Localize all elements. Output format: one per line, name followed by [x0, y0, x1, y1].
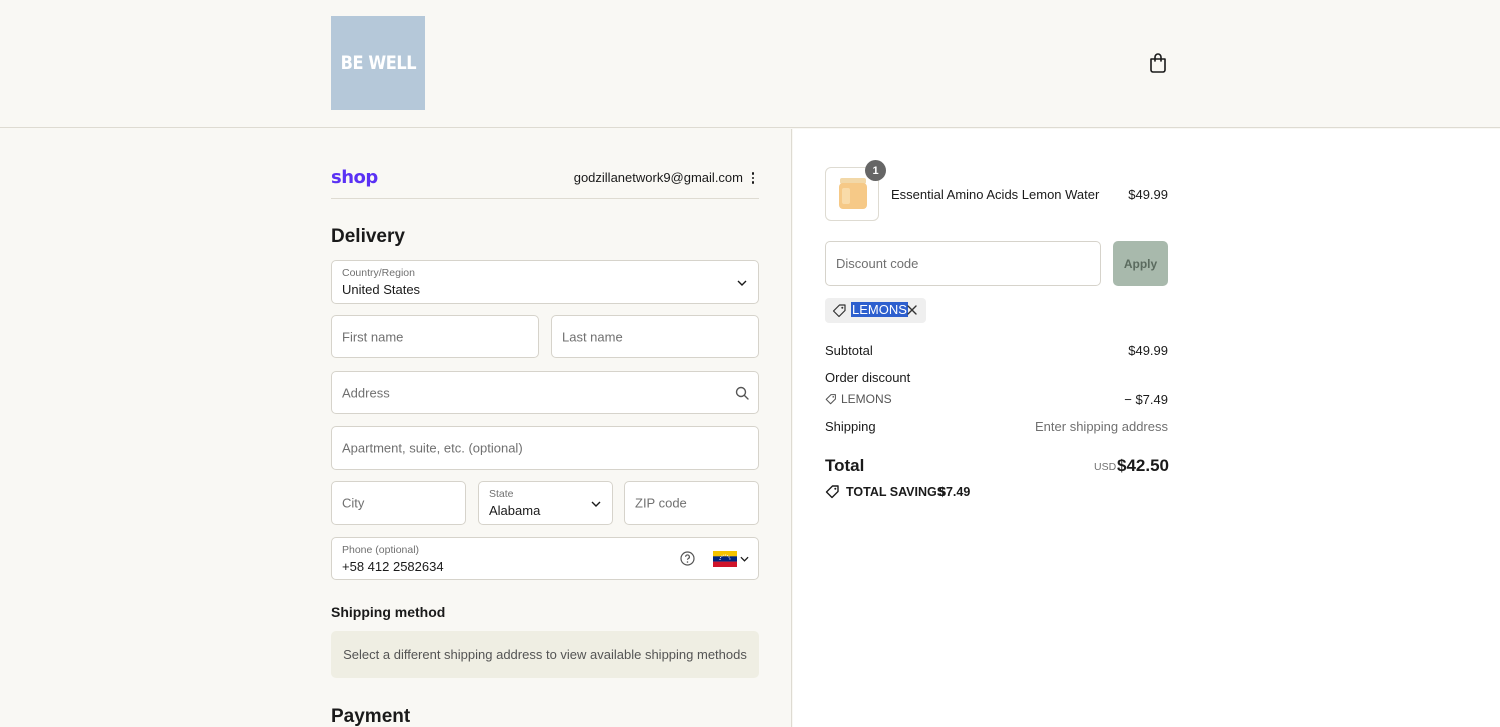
first-name-placeholder: First name — [342, 329, 404, 344]
checkout-header: BE WELL — [0, 0, 1500, 128]
city-placeholder: City — [342, 495, 365, 511]
delivery-title: Delivery — [331, 226, 405, 247]
shop-account-row: shop godzillanetwork9@gmail.com — [331, 167, 759, 199]
applied-discount-chip: LEMONS — [825, 298, 926, 323]
tag-icon — [825, 485, 839, 499]
phone-field[interactable]: Phone (optional) +58 412 2582634 — [331, 537, 759, 580]
chevron-down-icon — [737, 280, 747, 286]
discount-code-input[interactable]: Discount code — [825, 241, 1101, 286]
apartment-placeholder: Apartment, suite, etc. (optional) — [342, 440, 523, 456]
city-field[interactable]: City — [331, 481, 466, 525]
subtotal-value: $49.99 — [1128, 343, 1168, 358]
tag-icon — [832, 304, 846, 318]
total-label: Total — [825, 456, 865, 475]
shipping-label: Shipping — [825, 419, 876, 434]
close-icon[interactable] — [906, 304, 918, 316]
chevron-down-icon — [591, 501, 601, 507]
shop-pay-logo[interactable]: shop — [331, 167, 378, 188]
country-value: United States — [342, 282, 421, 297]
applied-discount-code: LEMONS — [851, 302, 908, 317]
tag-icon — [825, 394, 836, 405]
product-name: Essential Amino Acids Lemon Water — [891, 187, 1100, 202]
store-logo[interactable]: BE WELL — [331, 16, 425, 110]
order-summary-column: 1 Essential Amino Acids Lemon Water $49.… — [793, 129, 1500, 727]
shipping-method-title: Shipping method — [331, 604, 446, 620]
state-label: State — [489, 488, 514, 500]
payment-title: Payment — [331, 706, 411, 727]
venezuela-flag-icon[interactable] — [713, 551, 737, 567]
apartment-field[interactable]: Apartment, suite, etc. (optional) — [331, 426, 759, 470]
total-savings-label: TOTAL SAVINGS — [846, 485, 946, 499]
order-discount-value: − $7.49 — [1124, 392, 1168, 407]
quantity-badge: 1 — [865, 160, 886, 181]
store-logo-text: BE WELL — [340, 52, 416, 74]
phone-value: +58 412 2582634 — [342, 559, 444, 574]
total-value: $42.50 — [1117, 456, 1169, 475]
shipping-value: Enter shipping address — [1035, 419, 1168, 434]
state-value: Alabama — [489, 503, 541, 518]
order-discount-code: LEMONS — [841, 392, 892, 406]
discount-code-placeholder: Discount code — [836, 256, 919, 271]
shopping-bag-icon[interactable] — [1148, 52, 1168, 74]
last-name-field[interactable]: Last name — [551, 315, 759, 358]
kebab-menu-icon[interactable] — [749, 170, 757, 186]
shipping-method-notice: Select a different shipping address to v… — [331, 631, 759, 678]
address-field[interactable]: Address — [331, 371, 759, 414]
last-name-placeholder: Last name — [562, 329, 623, 344]
account-email: godzillanetwork9@gmail.com — [573, 170, 743, 185]
zip-field[interactable]: ZIP code — [624, 481, 759, 525]
search-icon[interactable] — [735, 386, 749, 400]
first-name-field[interactable]: First name — [331, 315, 539, 358]
phone-label: Phone (optional) — [342, 544, 420, 556]
checkout-form-column: shop godzillanetwork9@gmail.com Delivery… — [0, 129, 792, 727]
help-circle-icon[interactable] — [680, 551, 695, 566]
subtotal-label: Subtotal — [825, 343, 873, 358]
total-savings-value: $7.49 — [939, 485, 971, 499]
shipping-method-notice-text: Select a different shipping address to v… — [343, 647, 747, 662]
address-placeholder: Address — [342, 385, 390, 400]
apply-discount-button[interactable]: Apply — [1113, 241, 1168, 286]
country-label: Country/Region — [342, 267, 415, 279]
chevron-down-icon — [740, 556, 749, 562]
zip-placeholder: ZIP code — [635, 495, 687, 511]
product-price: $49.99 — [1128, 187, 1168, 202]
country-select[interactable]: Country/Region United States — [331, 260, 759, 304]
order-discount-label: Order discount — [825, 370, 911, 385]
state-select[interactable]: State Alabama — [478, 481, 613, 525]
